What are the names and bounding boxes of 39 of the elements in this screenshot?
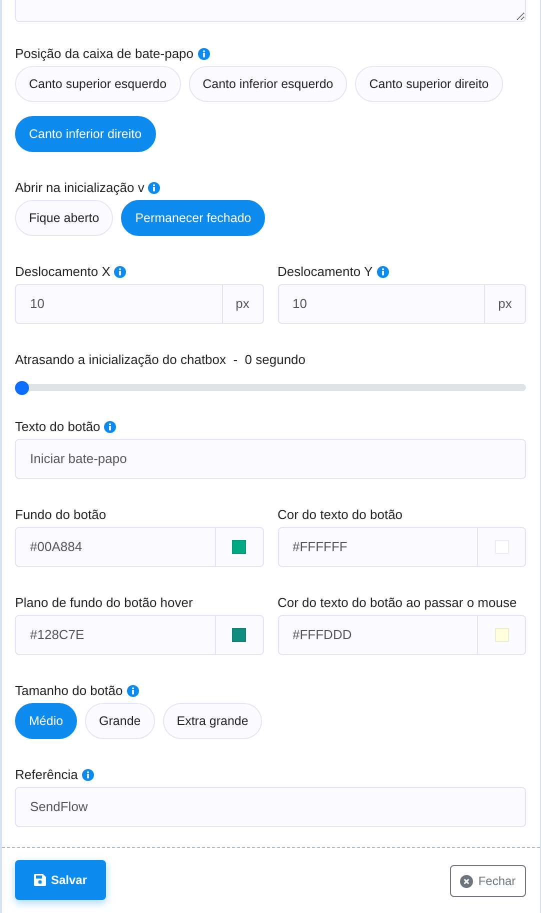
option-button[interactable]: Fique aberto bbox=[15, 200, 114, 236]
field-label: Deslocamento Y bbox=[278, 263, 373, 280]
field-label: Plano de fundo do botão hover bbox=[15, 594, 193, 611]
option-button[interactable]: Canto superior direito bbox=[355, 66, 503, 102]
field-label: Texto do botão bbox=[15, 418, 100, 435]
unit-label: px bbox=[485, 284, 526, 324]
option-button[interactable]: Grande bbox=[85, 703, 155, 739]
input-field[interactable]: 10 bbox=[15, 284, 222, 324]
input-field[interactable]: #00A884 bbox=[15, 527, 216, 567]
field-label: Fundo do botão bbox=[15, 506, 106, 523]
save-button[interactable]: Salvar bbox=[15, 860, 106, 900]
field-label: Posição da caixa de bate-papo bbox=[15, 45, 194, 62]
input-field[interactable]: 10 bbox=[278, 284, 485, 324]
option-button[interactable]: Extra grande bbox=[162, 703, 262, 739]
option-button[interactable]: Médio bbox=[15, 703, 78, 739]
input-field[interactable]: SendFlow bbox=[15, 787, 526, 827]
field-label: Cor do texto do botão ao passar o mouse bbox=[278, 594, 517, 611]
input-field[interactable]: #128C7E bbox=[15, 615, 216, 655]
field-label: Abrir na inicialização v bbox=[15, 179, 144, 196]
close-button[interactable]: Fechar bbox=[450, 865, 526, 897]
input-field[interactable]: #FFFDDD bbox=[278, 615, 478, 655]
close-icon bbox=[460, 874, 474, 888]
input-field[interactable]: Iniciar bate-papo bbox=[15, 439, 526, 479]
color-swatch[interactable] bbox=[232, 540, 246, 554]
color-swatch[interactable] bbox=[494, 628, 508, 642]
field-label: Referência bbox=[15, 766, 78, 783]
option-button[interactable]: Canto superior esquerdo bbox=[15, 66, 181, 102]
color-swatch[interactable] bbox=[232, 628, 246, 642]
field-label: Atrasando a inicialização do chatbox - 0 segundo bbox=[15, 351, 306, 368]
unit-label: px bbox=[222, 284, 264, 324]
field-label: Deslocamento X bbox=[15, 263, 110, 280]
option-button[interactable]: Canto inferior esquerdo bbox=[188, 66, 348, 102]
option-button[interactable]: Canto inferior direito bbox=[15, 116, 156, 152]
slider-thumb[interactable] bbox=[15, 380, 29, 394]
textarea-field[interactable] bbox=[15, 0, 526, 22]
field-label: Tamanho do botão bbox=[15, 682, 123, 699]
option-button[interactable]: Permanecer fechado bbox=[121, 200, 266, 236]
field-label: Cor do texto do botão bbox=[278, 506, 403, 523]
input-field[interactable]: #FFFFFF bbox=[278, 527, 478, 567]
